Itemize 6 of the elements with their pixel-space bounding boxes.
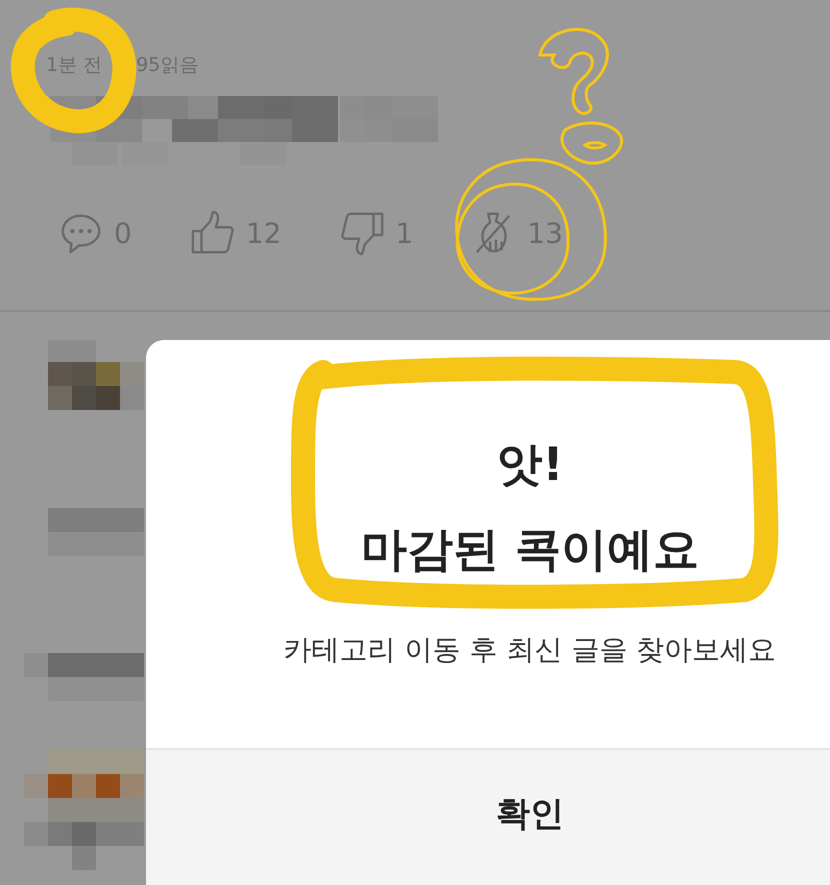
- thumbs-up-icon: [190, 210, 236, 256]
- dialog-message: 카테고리 이동 후 최신 글을 찾아보세요: [284, 632, 776, 668]
- dialog-title: 마감된 콕이예요: [360, 521, 699, 578]
- thumbs-down-icon: [339, 210, 386, 256]
- confirm-button[interactable]: 확인: [146, 748, 830, 885]
- dialog-title: 앗!: [496, 436, 564, 493]
